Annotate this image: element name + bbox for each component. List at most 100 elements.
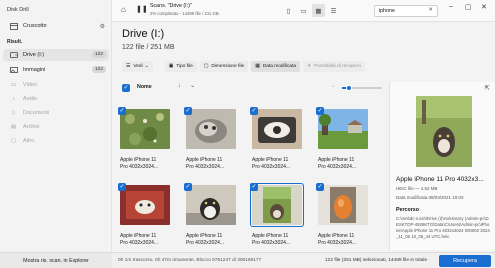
item-checkbox[interactable]: ✓ <box>118 107 126 115</box>
other-icon: ▢ <box>10 138 17 144</box>
slider-thumb[interactable] <box>346 85 352 91</box>
sidebar-item-label: Immagini <box>23 67 46 73</box>
thumbnail-size-slider[interactable] <box>342 85 382 91</box>
modified-date: Data modificata 08/03/2021 10:03 <box>396 195 464 200</box>
list-item[interactable]: ✓ Apple iPhone 11 Pro 4032x3024... <box>313 104 373 175</box>
file-size-filter[interactable]: ▢ Dimensione file <box>199 61 249 72</box>
list-item[interactable]: ✓ Apple iPhone 11 Pro 4032x3024... <box>115 104 175 175</box>
scan-progress-text: 2% completato - 14489 file / 211 GB <box>150 11 219 16</box>
sidebar-item-label: Drive (I:) <box>23 52 45 58</box>
item-checkbox[interactable]: ✓ <box>184 107 192 115</box>
list-item[interactable]: ✓ Apple iPhone 11 Pro 4032x3024... <box>181 104 241 175</box>
sidebar-item-other[interactable]: ▢ Altro <box>3 135 109 147</box>
preview-image <box>416 96 472 167</box>
grid-view-icon[interactable]: ▦ <box>312 4 325 17</box>
chevron-down-icon: ⌄ <box>144 64 149 69</box>
item-name-line: Pro 4032x3024... <box>120 164 159 170</box>
page-title: Drive (I:) <box>122 28 165 40</box>
sidebar-item-video[interactable]: ▭ Video <box>3 79 109 91</box>
date-filter[interactable]: ▦ Data modificata <box>251 61 301 72</box>
chevron-down-icon[interactable]: ⌄ <box>190 82 195 89</box>
minimize-icon[interactable]: – <box>449 3 453 10</box>
sidebar-item-label: Altro <box>23 138 35 144</box>
page-subtitle: 122 file / 251 MB <box>122 44 175 51</box>
item-name-line: Pro 4032x3024... <box>318 164 357 170</box>
sidebar-item-label: Audio <box>23 96 38 102</box>
toolbar: ⌂ ❚❚ Scans. "Drive (I:)" 2% completato -… <box>112 0 495 22</box>
recovery-chance-filter[interactable]: ✦ Possibilità di recupero <box>303 61 366 72</box>
filter-bar: ☰ Vedi ⌄ ▣ Tipo file ▢ Dimensione file ▦ Data… <box>122 61 366 72</box>
sidebar-item-documents[interactable]: ▯ Documenti <box>3 107 109 119</box>
video-icon: ▭ <box>10 82 17 88</box>
select-all-checkbox[interactable]: ✓ <box>122 84 130 92</box>
item-name-line: Apple iPhone 11 <box>120 233 157 239</box>
item-name-line: Pro 4032x3024... <box>318 240 357 246</box>
folder-icon[interactable]: ▭ <box>297 4 310 17</box>
item-checkbox[interactable]: ✓ <box>250 183 258 191</box>
file-type-filter[interactable]: ▣ Tipo file <box>164 61 197 72</box>
filter-label: Tipo file <box>176 64 193 69</box>
item-name-line: Apple iPhone 11 <box>318 233 355 239</box>
open-external-icon[interactable]: ⇱ <box>485 84 490 92</box>
view-icon: ☰ <box>126 64 131 69</box>
list-item[interactable]: ✓ Apple iPhone 11 Pro 4032x3024... <box>181 180 241 251</box>
sidebar-item-audio[interactable]: ♪ Audio <box>3 93 109 105</box>
item-name-line: Apple iPhone 11 <box>120 157 157 163</box>
count-badge: 122 <box>91 66 106 73</box>
path-label: Percorso <box>396 207 419 213</box>
item-checkbox[interactable]: ✓ <box>316 183 324 191</box>
list-item[interactable]: ✓ Apple iPhone 11 Pro 4032x3024... <box>313 180 373 251</box>
details-panel: ⇱ Apple iPhone 11 Pro 4032x3... HEIC fil… <box>389 82 495 250</box>
sidebar-item-images[interactable]: Immagini 122 <box>3 64 109 76</box>
filter-label: Possibilità di recupero <box>314 64 362 69</box>
list-item[interactable]: ✓ Apple iPhone 11 Pro 4032x3024... <box>115 180 175 251</box>
thumbnail <box>250 183 304 227</box>
sidebar-item-drive[interactable]: Drive (I:) 122 <box>3 49 109 61</box>
search-input[interactable]: iphone ✕ <box>374 5 438 17</box>
thumbnail <box>318 185 368 225</box>
item-checkbox[interactable]: ✓ <box>184 183 192 191</box>
audio-icon: ♪ <box>12 96 15 102</box>
thumbnail <box>120 185 170 225</box>
maximize-icon[interactable]: ▢ <box>465 3 472 11</box>
drive-icon <box>9 52 18 59</box>
archive-icon: ▤ <box>10 124 17 130</box>
item-name-line: Pro 4032x3024... <box>186 240 225 246</box>
name-column-header[interactable]: Nome <box>137 84 152 90</box>
sidebar-item-label: Video <box>23 82 37 88</box>
selection-summary: 122 file (251 MB) selezionati, 14489 fil… <box>325 258 428 263</box>
home-icon[interactable]: ⌂ <box>121 5 126 14</box>
thumbnail <box>252 109 302 149</box>
list-item[interactable]: ✓ Apple iPhone 11 Pro 4032x3024... <box>247 180 307 251</box>
list-view-icon[interactable]: ☰ <box>327 4 340 17</box>
app-title: Disk Drill <box>7 7 29 13</box>
list-item[interactable]: ✓ Apple iPhone 11 Pro 4032x3024... <box>247 104 307 175</box>
sidebar-item-archives[interactable]: ▤ Archivi <box>3 121 109 133</box>
filter-label: Vedi <box>133 64 143 69</box>
item-checkbox[interactable]: ✓ <box>250 107 258 115</box>
image-icon: ▣ <box>168 64 174 69</box>
close-icon[interactable]: ✕ <box>481 3 487 11</box>
count-badge: 122 <box>91 51 106 58</box>
pause-icon[interactable]: ❚❚ <box>136 5 148 13</box>
item-checkbox[interactable]: ✓ <box>118 183 126 191</box>
settings-icon[interactable]: ⚙ <box>100 23 105 30</box>
sidebar-item-dashboard[interactable]: Cruscotto <box>3 20 109 32</box>
view-filter[interactable]: ☰ Vedi ⌄ <box>122 61 153 72</box>
file-icon[interactable]: ▯ <box>282 4 295 17</box>
clear-search-icon[interactable]: ✕ <box>428 7 433 13</box>
item-name-line: Apple iPhone 11 <box>186 157 223 163</box>
document-icon: ▯ <box>11 110 16 116</box>
item-name-line: Pro 4032x3024... <box>186 164 225 170</box>
filter-label: Dimensione file <box>211 64 245 69</box>
zoom-out-icon[interactable]: ▫ <box>332 84 334 90</box>
item-checkbox[interactable]: ✓ <box>316 107 324 115</box>
results-section-label: Risult. <box>7 39 23 45</box>
thumbnail <box>186 109 236 149</box>
list-header: ✓ Nome ↓ ⌄ ▫ <box>120 82 385 94</box>
recover-button[interactable]: Recupera <box>439 255 491 267</box>
status-bar: 0h 1m trascorso, 0h 47m rimanente, Blocc… <box>112 252 495 268</box>
sort-down-icon[interactable]: ↓ <box>178 83 181 89</box>
show-in-explorer-button[interactable]: Mostra ris. scan. in Explorer <box>0 252 112 268</box>
scan-status-text: 0h 1m trascorso, 0h 47m rimanente, Blocc… <box>118 258 262 263</box>
